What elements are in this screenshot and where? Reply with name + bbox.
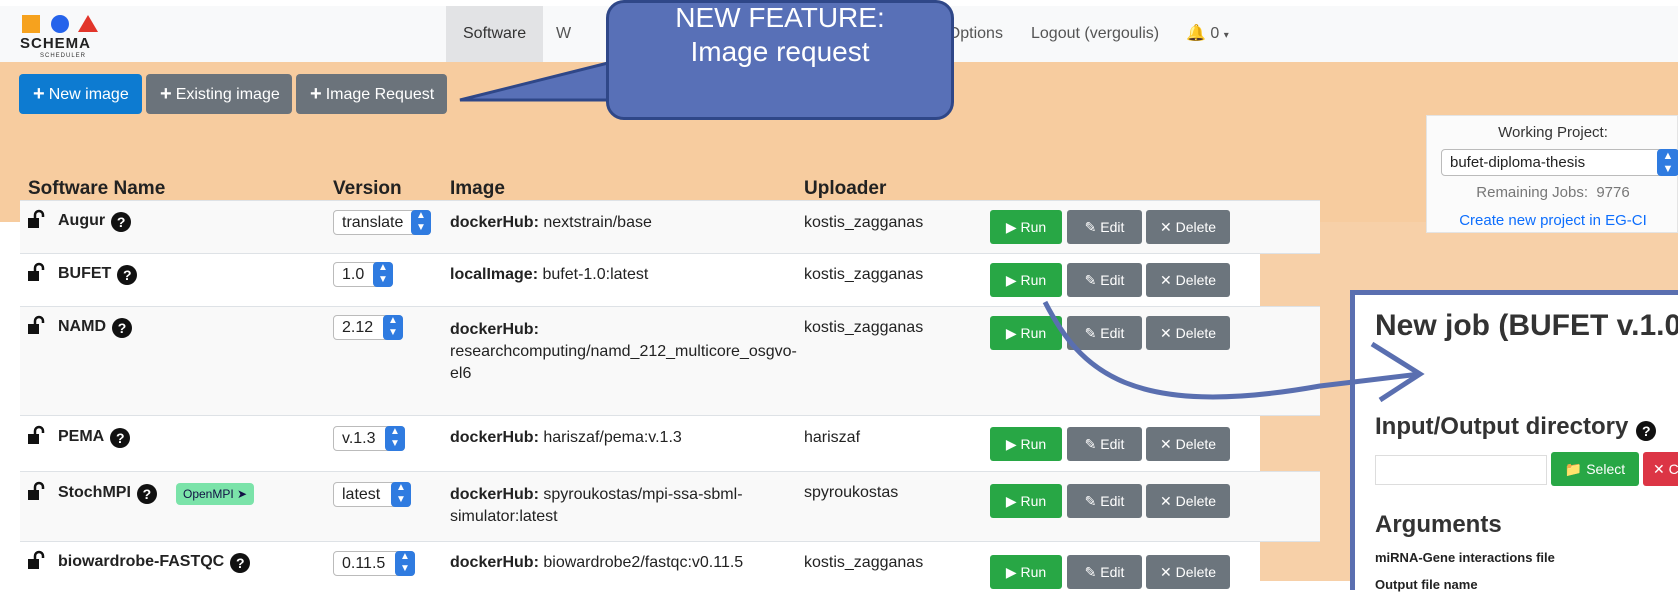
annotation-arrow xyxy=(1042,300,1425,403)
